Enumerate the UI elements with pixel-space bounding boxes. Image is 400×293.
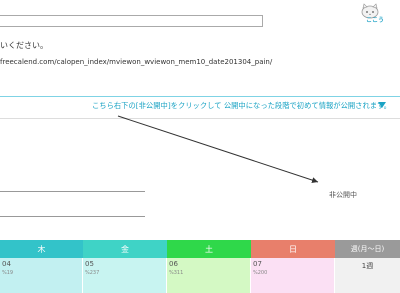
header-sat: 土 [167,240,251,258]
header-thu: 木 [0,240,83,258]
week-number: 1週 [361,262,374,270]
day-note: %311 [169,270,184,276]
day-note: %237 [85,270,100,276]
calendar-header: 木 金 土 日 週(月～日) [0,240,400,258]
header-week: 週(月～日) [335,240,400,258]
day-cell[interactable]: 07 %200 [251,258,335,293]
day-number: 04 [2,260,11,268]
day-number: 06 [169,260,178,268]
day-number: 05 [85,260,94,268]
day-cell[interactable]: 06 %311 [167,258,251,293]
day-number: 07 [253,260,262,268]
day-cell[interactable]: 04 %19 [0,258,83,293]
header-fri: 金 [83,240,167,258]
header-sun: 日 [251,240,335,258]
day-cell[interactable]: 05 %237 [83,258,167,293]
day-note: %200 [253,270,268,276]
day-note: %19 [2,270,14,276]
private-status-button[interactable]: 非公開中 [329,190,357,200]
week-cell[interactable]: 1週 [335,258,400,293]
